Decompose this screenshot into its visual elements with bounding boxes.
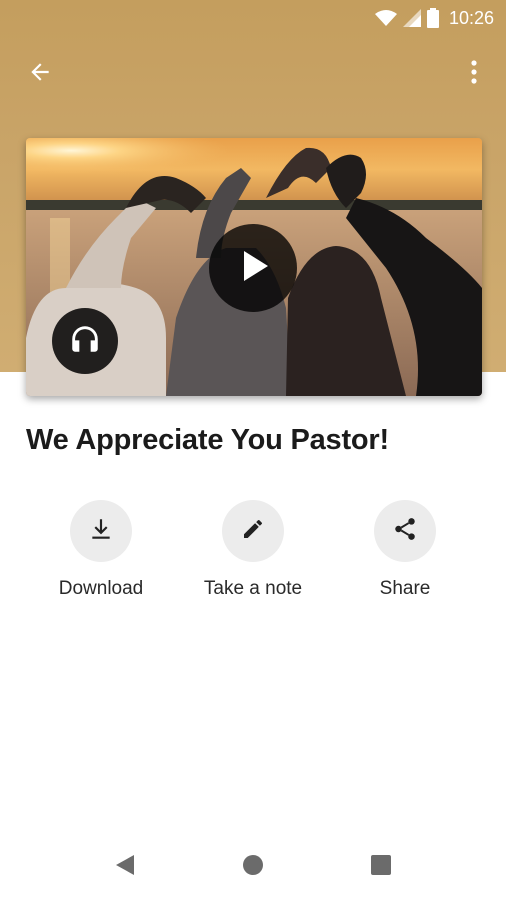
status-bar: 10:26 [0, 0, 506, 36]
nav-back-icon [114, 853, 136, 882]
nav-home-button[interactable] [238, 852, 268, 882]
signal-icon [402, 9, 421, 27]
take-note-label: Take a note [203, 578, 303, 599]
share-label: Share [379, 578, 431, 599]
app-bar [0, 48, 506, 100]
audio-button[interactable] [52, 308, 118, 374]
media-thumbnail[interactable] [26, 138, 482, 396]
status-time: 10:26 [448, 7, 494, 28]
download-icon-circle [70, 500, 132, 562]
page-title: We Appreciate You Pastor! [26, 424, 389, 456]
action-row: Download Take a note Share [0, 500, 506, 610]
download-label: Download [58, 578, 144, 599]
back-button[interactable] [18, 54, 62, 94]
play-button[interactable] [209, 224, 297, 312]
pencil-icon [241, 517, 265, 546]
share-button[interactable]: Share [330, 500, 480, 600]
battery-icon [426, 8, 439, 28]
play-icon [233, 246, 273, 291]
more-options-button[interactable] [454, 54, 494, 94]
nav-home-icon [242, 854, 264, 881]
nav-recents-button[interactable] [366, 852, 396, 882]
nav-back-button[interactable] [110, 852, 140, 882]
nav-recents-icon [370, 854, 392, 881]
note-icon-circle [222, 500, 284, 562]
download-button[interactable]: Download [26, 500, 176, 600]
take-note-button[interactable]: Take a note [178, 500, 328, 600]
download-icon [88, 516, 114, 547]
wifi-icon [374, 9, 397, 27]
back-arrow-icon [27, 59, 53, 90]
more-vert-icon [470, 59, 478, 90]
share-icon-circle [374, 500, 436, 562]
headphones-icon [68, 322, 102, 361]
share-icon [392, 516, 418, 547]
system-nav-bar [0, 832, 506, 900]
